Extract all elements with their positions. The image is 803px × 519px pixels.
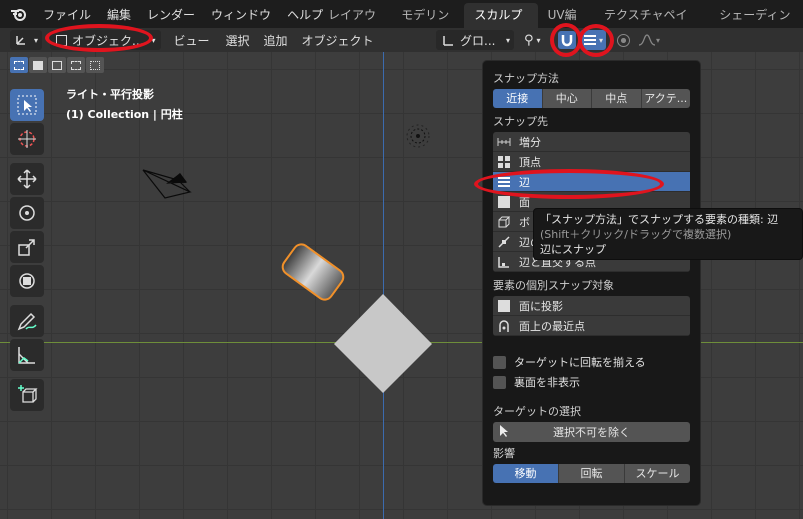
snap-popover: スナップ方法 近接 中心 中点 アクテ... スナップ先 増分 頂点 辺 面 ボ… [482, 60, 701, 506]
chevron-down-icon: ▾ [151, 35, 156, 45]
exclude-nonselectable-label: 選択不可を除く [553, 426, 630, 439]
menu-file[interactable]: ファイル [35, 6, 99, 23]
increment-icon [497, 135, 511, 149]
axis-icon [443, 36, 453, 46]
vertex-icon [497, 155, 511, 169]
snap-target-edge[interactable]: 辺 [493, 172, 690, 192]
workspace-tabs: レイアウト モデリング スカルプト UV編集 テクスチャペイント シェーディング [318, 3, 803, 47]
tooltip-hint: (Shift＋クリック/ドラッグで複数選択) [540, 228, 732, 241]
checkbox-icon [493, 355, 506, 369]
tab-sculpt[interactable]: スカルプト [464, 3, 538, 47]
tooltip-description: 辺にスナップ [540, 243, 606, 256]
chevron-down-icon: ▾ [34, 35, 39, 45]
target-selection-title: ターゲットの選択 [493, 405, 581, 418]
orientation-label: グロ... [460, 33, 496, 48]
falloff-dropdown[interactable]: ▾ [638, 30, 660, 50]
individual-snap-list: 面に投影 面上の最近点 [493, 296, 690, 336]
pivot-icon: ⚲ [524, 32, 534, 48]
mode-label: オブジェク... [72, 33, 144, 48]
backface-culling-checkbox[interactable]: 裏面を非表示 [493, 372, 690, 392]
affect-selector: 移動 回転 スケール [493, 464, 690, 483]
edge-icon [497, 175, 511, 189]
snap-target-increment[interactable]: 増分 [493, 132, 690, 152]
exclude-nonselectable-dropdown[interactable]: 選択不可を除く [493, 422, 690, 442]
cursor-arrow-icon [499, 424, 511, 441]
top-menubar: ファイル 編集 レンダー ウィンドウ ヘルプ レイアウト モデリング スカルプト… [0, 0, 803, 47]
3d-viewport[interactable]: ライト・平行投影 (1) Collection | 円柱 スナップ方法 近接 中… [0, 52, 803, 519]
face-nearest-icon [497, 319, 511, 333]
camera-object[interactable] [142, 169, 192, 199]
proportional-edit-toggle[interactable] [617, 30, 630, 50]
affect-move[interactable]: 移動 [493, 464, 559, 483]
face-project-icon [497, 299, 511, 313]
affect-scale[interactable]: スケール [625, 464, 690, 483]
chevron-down-icon: ▾ [599, 35, 604, 45]
snap-method-title: スナップ方法 [493, 72, 559, 85]
menu-view[interactable]: ビュー [173, 30, 209, 50]
tab-shading[interactable]: シェーディング [709, 3, 803, 47]
chevron-down-icon: ▾ [536, 35, 541, 45]
magnet-icon [561, 35, 573, 47]
volume-icon [497, 215, 511, 229]
menu-edit[interactable]: 編集 [99, 6, 139, 23]
proportional-edit-icon [617, 33, 630, 47]
backface-culling-label: 裏面を非表示 [514, 376, 580, 389]
tab-uv-editing[interactable]: UV編集 [538, 3, 594, 47]
menu-select[interactable]: 選択 [226, 30, 250, 50]
snap-target-vertex[interactable]: 頂点 [493, 152, 690, 172]
tab-modeling[interactable]: モデリング [391, 3, 464, 47]
menu-window[interactable]: ウィンドウ [203, 6, 279, 23]
face-icon [497, 195, 511, 209]
chevron-down-icon: ▾ [505, 35, 510, 45]
snap-tooltip: 「スナップ方法」でスナップする要素の種類: 辺 (Shift＋クリック/ドラッグ… [533, 208, 803, 260]
chevron-down-icon: ▾ [656, 35, 661, 45]
object-mode-icon [56, 34, 68, 46]
snap-method-center[interactable]: 中心 [542, 89, 592, 108]
edge-perpendicular-icon [497, 255, 511, 269]
affect-title: 影響 [493, 447, 515, 460]
checkbox-icon [493, 375, 506, 389]
tooltip-title: 「スナップ方法」でスナップする要素の種類: 辺 [540, 213, 779, 226]
face-project-option[interactable]: 面に投影 [493, 296, 690, 316]
menu-add[interactable]: 追加 [264, 30, 288, 50]
snap-target-dropdown[interactable]: ▾ [580, 30, 607, 50]
pivot-dropdown[interactable]: ⚲ ▾ [524, 30, 541, 50]
menu-object[interactable]: オブジェクト [302, 30, 374, 50]
snap-method-selector: 近接 中心 中点 アクテ... [493, 89, 690, 108]
snap-method-closest[interactable]: 近接 [493, 89, 543, 108]
align-rotation-checkbox[interactable]: ターゲットに回転を揃える [493, 352, 690, 372]
tab-texture-paint[interactable]: テクスチャペイント [594, 3, 709, 47]
snap-target-title: スナップ先 [493, 115, 548, 128]
plane-object[interactable] [334, 294, 432, 393]
orientation-dropdown[interactable]: グロ... ▾ [436, 30, 514, 50]
snap-toggle-button[interactable] [558, 31, 576, 49]
snap-method-active[interactable]: アクテ... [641, 89, 690, 108]
align-rotation-label: ターゲットに回転を揃える [514, 356, 646, 369]
tab-layout[interactable]: レイアウト [318, 3, 391, 47]
snap-method-median[interactable]: 中点 [592, 89, 642, 108]
edge-center-icon [497, 235, 511, 249]
menu-render[interactable]: レンダー [139, 6, 203, 23]
viewport-header: ▾ オブジェク... ▾ ビュー 選択 追加 オブジェクト グロ... ▾ ⚲ … [0, 28, 803, 52]
cylinder-object[interactable] [280, 241, 347, 303]
individual-snap-title: 要素の個別スナップ対象 [493, 279, 614, 292]
blender-logo-icon[interactable] [9, 4, 29, 24]
light-object[interactable] [406, 124, 430, 148]
editor-type-dropdown[interactable]: ▾ [10, 30, 43, 50]
face-nearest-option[interactable]: 面上の最近点 [493, 316, 690, 336]
falloff-curve-icon [638, 34, 656, 46]
affect-rotate[interactable]: 回転 [559, 464, 625, 483]
edge-icon [584, 35, 596, 45]
transform-gizmo-icon [16, 36, 25, 45]
mode-dropdown[interactable]: オブジェク... ▾ [50, 30, 162, 50]
